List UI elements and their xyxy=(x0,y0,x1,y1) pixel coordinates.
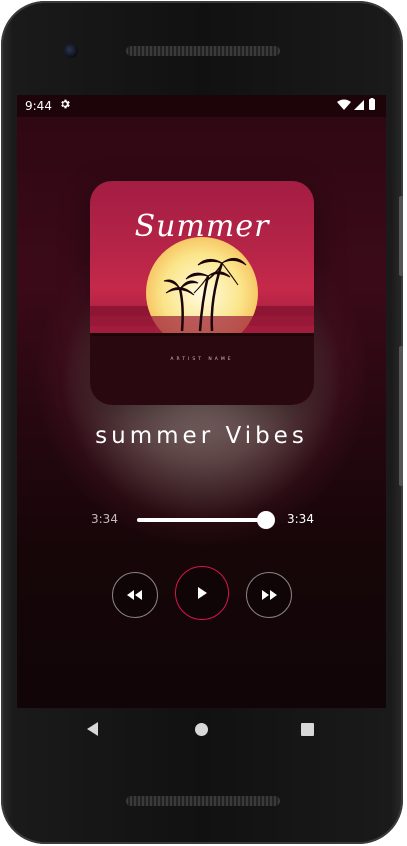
system-nav-bar xyxy=(17,708,386,752)
wifi-icon xyxy=(337,99,351,110)
elapsed-time: 3:34 xyxy=(91,512,118,526)
song-title: summer Vibes xyxy=(95,423,308,449)
fast-forward-button[interactable] xyxy=(246,572,292,618)
status-time: 9:44 xyxy=(25,99,52,113)
status-bar: 9:44 xyxy=(17,95,386,117)
front-camera xyxy=(64,44,78,58)
total-duration: 3:34 xyxy=(287,512,314,526)
volume-button xyxy=(399,346,403,486)
home-icon[interactable] xyxy=(195,723,208,736)
cell-signal-icon xyxy=(354,100,364,110)
rewind-icon xyxy=(127,590,142,600)
seek-bar-track[interactable] xyxy=(137,518,267,522)
status-icons xyxy=(337,98,375,110)
back-icon[interactable] xyxy=(87,722,99,736)
album-art: Summer ARTIST NAME xyxy=(90,181,314,405)
album-art-title: Summer xyxy=(134,209,270,244)
top-speaker xyxy=(126,46,280,56)
seek-bar-thumb[interactable] xyxy=(257,511,275,529)
fast-forward-icon xyxy=(262,590,277,600)
play-button[interactable] xyxy=(175,566,229,620)
rewind-button[interactable] xyxy=(112,572,158,618)
recents-icon[interactable] xyxy=(301,723,314,736)
play-icon xyxy=(198,587,207,599)
player-screen: 9:44 Summer ARTIST NAME summer Vibes 3:3… xyxy=(17,95,386,708)
bottom-speaker xyxy=(126,796,280,806)
settings-gear-icon xyxy=(61,99,70,109)
battery-icon xyxy=(369,99,375,110)
power-button xyxy=(399,196,403,276)
album-artist-name: ARTIST NAME xyxy=(170,357,234,362)
